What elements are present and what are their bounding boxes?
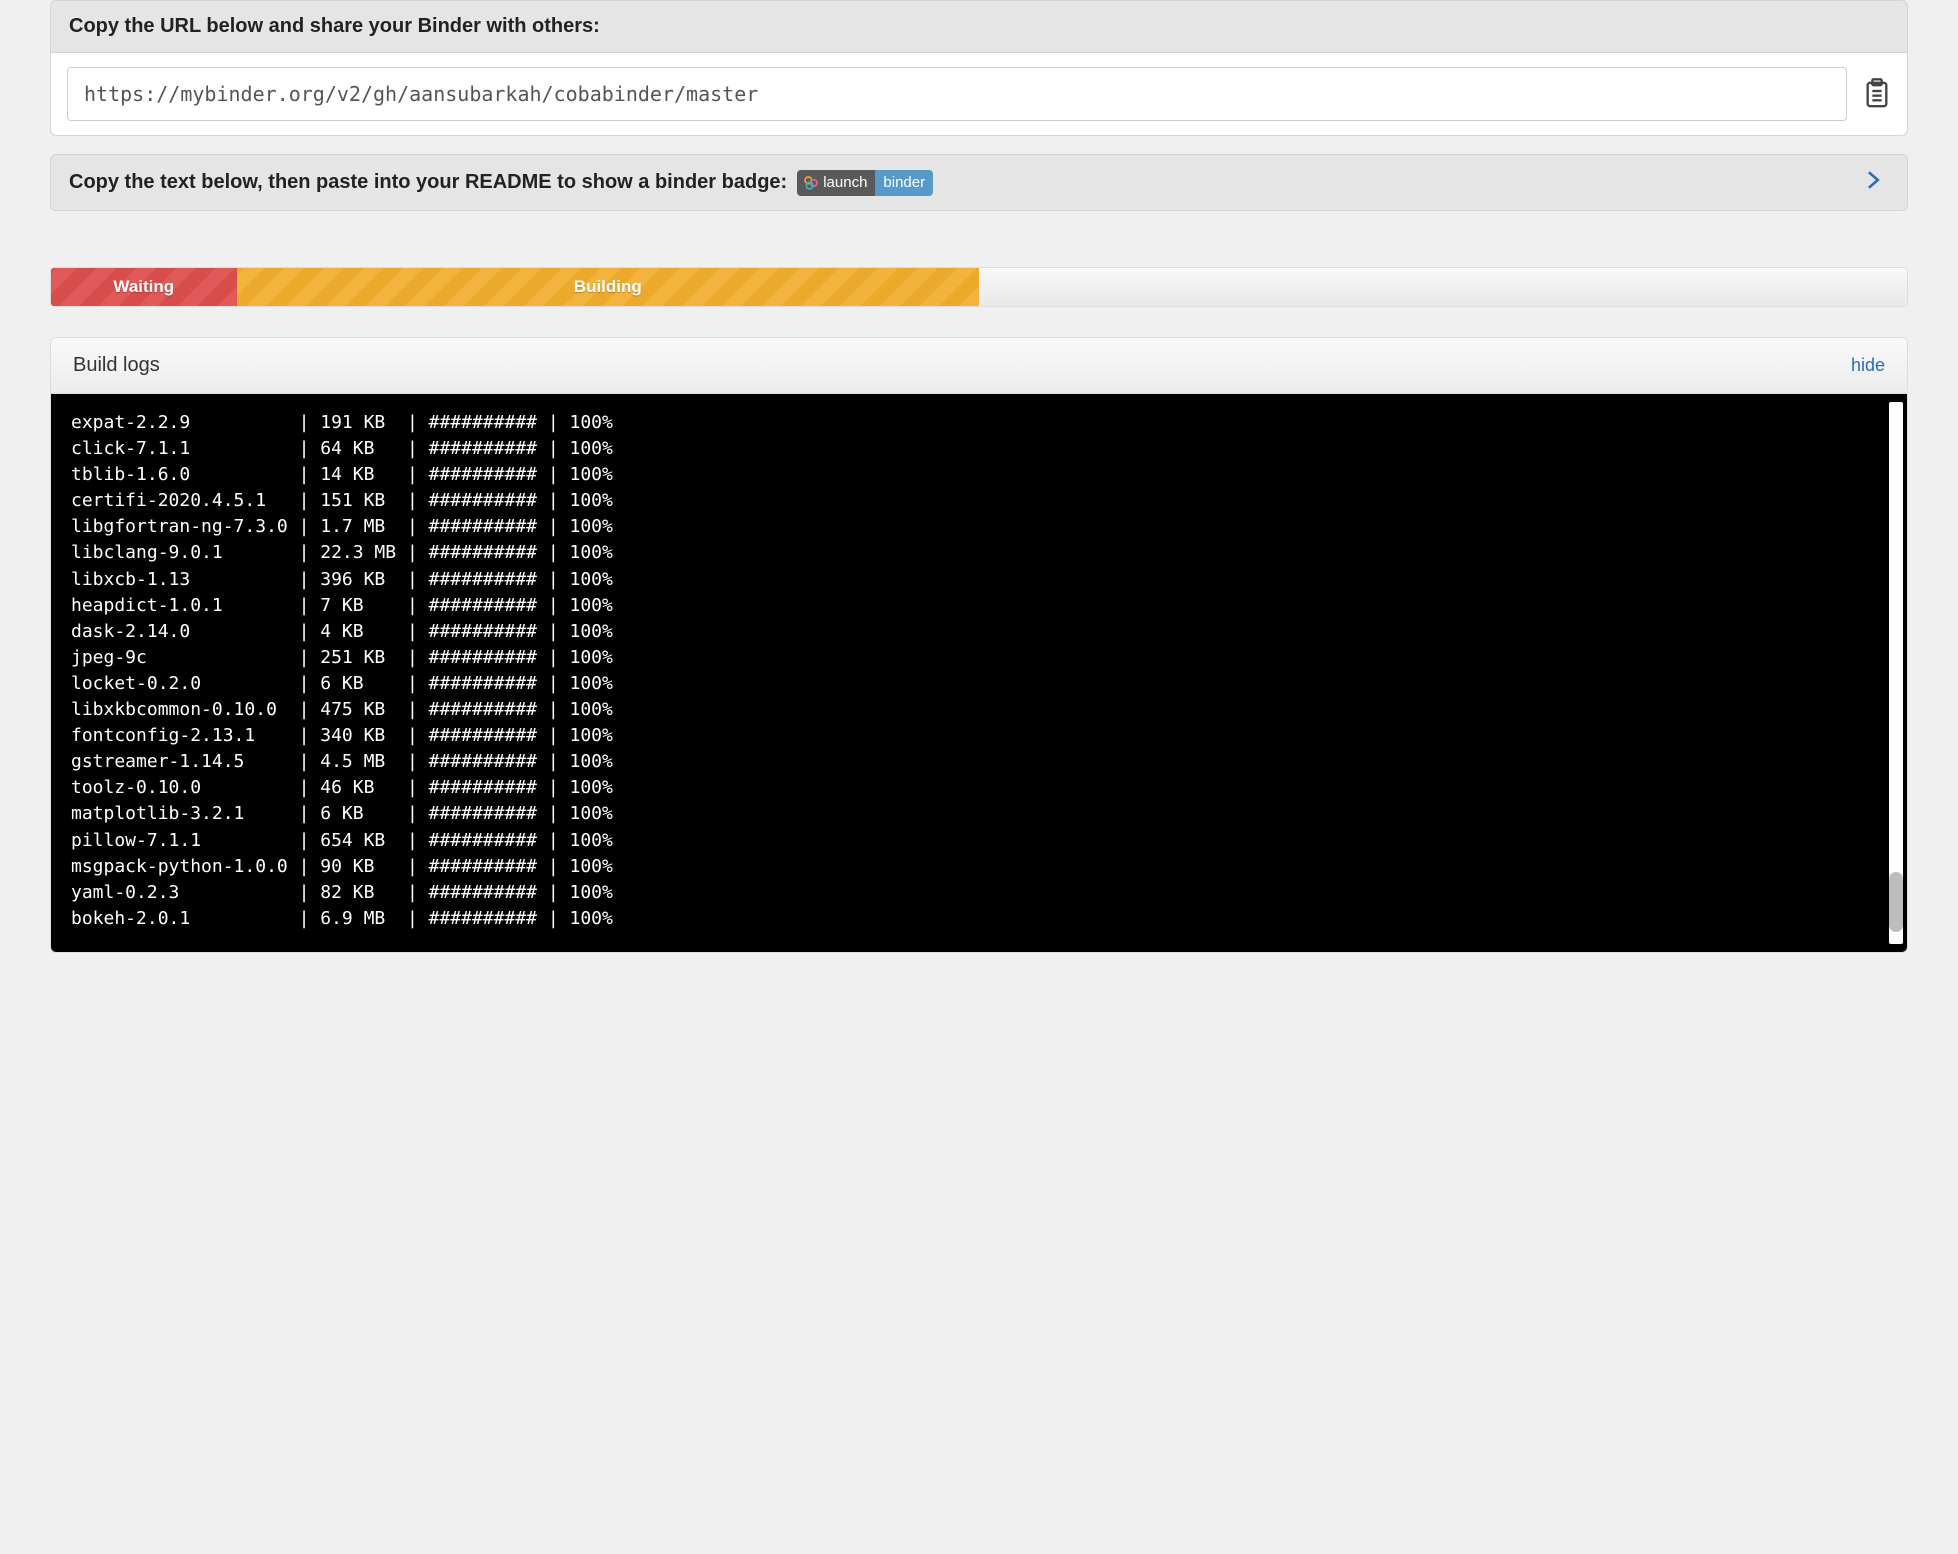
readme-badge-panel: Copy the text below, then paste into you… xyxy=(50,154,1908,211)
badge-binder-label: binder xyxy=(875,170,933,196)
hide-logs-link[interactable]: hide xyxy=(1851,355,1885,376)
build-logs-body: expat-2.2.9 | 191 KB | ########## | 100%… xyxy=(51,394,1907,952)
build-logs-title: Build logs xyxy=(73,354,160,377)
expand-badge-icon[interactable] xyxy=(1859,167,1889,198)
share-url-input[interactable] xyxy=(67,67,1847,121)
progress-segment-waiting: Waiting xyxy=(51,268,237,306)
readme-instruction-text: Copy the text below, then paste into you… xyxy=(69,171,787,194)
binder-badge[interactable]: launch binder xyxy=(797,170,933,196)
badge-launch-label: launch xyxy=(823,170,867,196)
progress-segment-building: Building xyxy=(237,268,979,306)
share-url-panel: Copy the URL below and share your Binder… xyxy=(50,0,1908,136)
share-url-heading: Copy the URL below and share your Binder… xyxy=(51,1,1907,52)
copy-clipboard-icon[interactable] xyxy=(1863,77,1891,111)
build-logs-panel: Build logs hide expat-2.2.9 | 191 KB | #… xyxy=(50,337,1908,953)
log-scrollbar-thumb[interactable] xyxy=(1889,872,1903,932)
log-terminal[interactable]: expat-2.2.9 | 191 KB | ########## | 100%… xyxy=(71,410,1887,932)
log-scrollbar-track[interactable] xyxy=(1889,402,1903,944)
build-progress-bar: Waiting Building xyxy=(50,267,1908,307)
badge-launch-segment: launch xyxy=(797,170,875,196)
binder-logo-icon xyxy=(803,175,819,191)
